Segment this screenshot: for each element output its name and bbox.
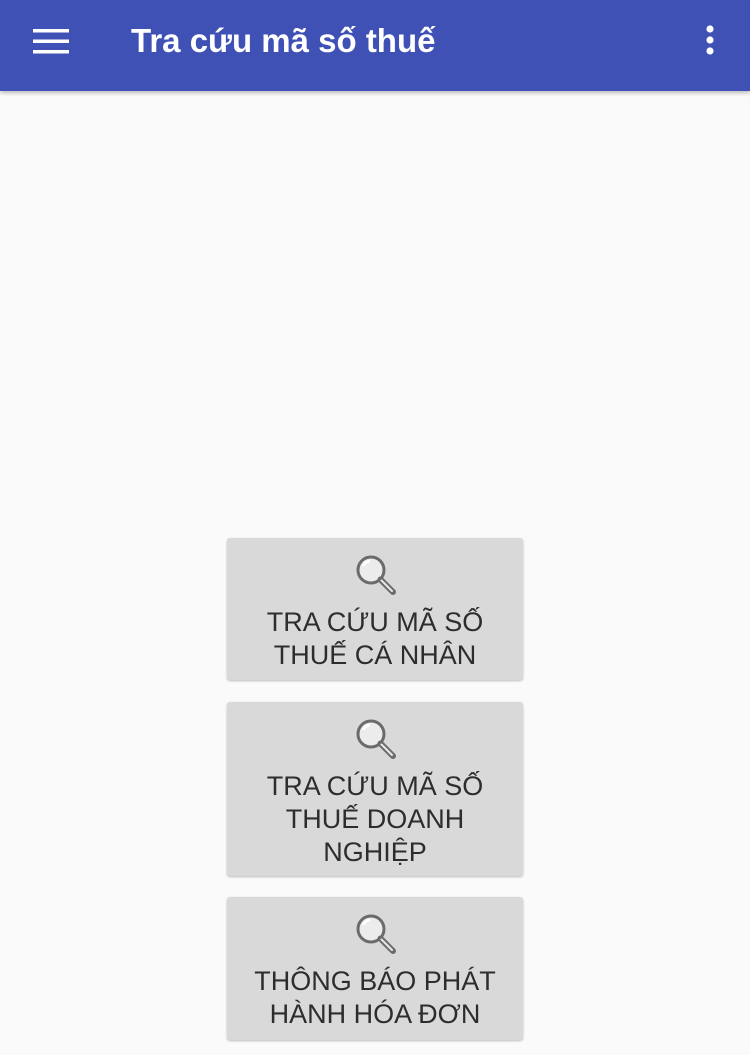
- lookup-business-tax-code-button[interactable]: TRA CỨU MÃ SỐ THUẾ DOANH NGHIỆP: [227, 702, 523, 876]
- invoice-issuance-notice-button[interactable]: THÔNG BÁO PHÁT HÀNH HÓA ĐƠN: [227, 897, 523, 1040]
- card-label: TRA CỨU MÃ SỐ THUẾ DOANH NGHIỆP: [266, 771, 484, 867]
- card-label: TRA CỨU MÃ SỐ THUẾ CÁ NHÂN: [266, 607, 484, 670]
- page-title: Tra cứu mã số thuế: [131, 22, 436, 59]
- app-screen: Tra cứu mã số thuế TRA CỨU MÃ SỐ THUẾ CÁ…: [0, 0, 750, 1055]
- magnifier-icon: [356, 914, 396, 954]
- hamburger-menu-icon[interactable]: [24, 18, 78, 64]
- app-toolbar: Tra cứu mã số thuế: [0, 0, 750, 91]
- more-vertical-icon[interactable]: [688, 18, 732, 64]
- magnifier-icon: [356, 719, 396, 759]
- magnifier-icon: [356, 555, 396, 595]
- lookup-personal-tax-code-button[interactable]: TRA CỨU MÃ SỐ THUẾ CÁ NHÂN: [227, 538, 523, 680]
- card-label: THÔNG BÁO PHÁT HÀNH HÓA ĐƠN: [254, 966, 496, 1029]
